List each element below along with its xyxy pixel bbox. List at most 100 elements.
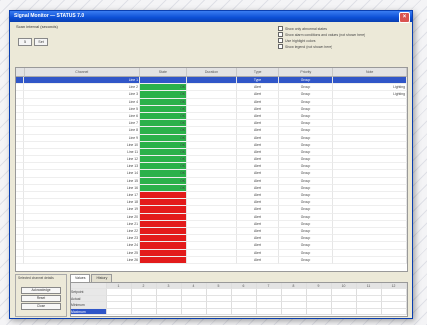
type-cell: Alert — [237, 91, 279, 99]
table-row[interactable]: Line 26 Alert Group — [16, 256, 407, 264]
table-row[interactable]: Line 17 Alert Group — [16, 192, 407, 200]
state-cell: OK — [140, 98, 187, 106]
table-row[interactable]: Line 5 OK Alert Group — [16, 105, 407, 113]
type-cell: Alert — [237, 163, 279, 171]
column-header[interactable]: Priority — [279, 68, 334, 77]
table-row[interactable]: Line 19 Alert Group — [16, 206, 407, 214]
column-header[interactable] — [16, 68, 25, 77]
table-row[interactable]: Line 25 Alert Group — [16, 249, 407, 257]
close-button[interactable]: Close — [21, 303, 61, 310]
tab-values[interactable]: Values — [70, 274, 91, 282]
column-header[interactable]: Type — [237, 68, 280, 77]
priority-cell: Group — [279, 105, 333, 113]
channel-cell: Line 18 — [24, 199, 140, 207]
table-row[interactable]: Line 10 OK Alert Group — [16, 141, 407, 149]
reset-button[interactable]: Reset — [21, 295, 61, 302]
type-cell: Alert — [237, 177, 279, 185]
table-row[interactable]: Line 4 OK Alert Group — [16, 98, 407, 106]
acknowledge-button[interactable]: Acknowledge — [21, 287, 61, 294]
option-abnormal[interactable]: Show only abnormal states — [278, 26, 408, 31]
type-cell: Alert — [237, 192, 279, 200]
table-row[interactable]: Line 11 OK Alert Group — [16, 148, 407, 157]
set-button[interactable]: Set — [34, 38, 48, 46]
value-cell[interactable] — [257, 308, 282, 315]
column-header[interactable]: Note — [333, 68, 407, 77]
note-cell — [333, 127, 407, 135]
table-row[interactable]: Line 21 Alert Group — [16, 220, 407, 228]
checkbox[interactable] — [278, 38, 283, 43]
table-row[interactable]: Line 12 OK Alert Group — [16, 156, 407, 164]
row-indicator — [16, 235, 24, 243]
priority-cell: Group — [279, 192, 333, 200]
value-cell[interactable] — [357, 308, 382, 315]
type-cell: Type — [237, 77, 279, 85]
option-highlight[interactable]: Use highlight colors — [278, 38, 408, 43]
value-cell[interactable] — [182, 308, 207, 315]
value-cell[interactable] — [232, 308, 257, 315]
value-cell[interactable] — [282, 308, 307, 315]
type-cell: Alert — [237, 227, 279, 236]
table-row[interactable]: Line 2 OK Alert Group Lighting — [16, 84, 407, 92]
note-cell — [333, 134, 407, 142]
tab-history[interactable]: History — [91, 274, 113, 282]
type-cell: Alert — [237, 112, 279, 121]
column-header[interactable]: Channel — [24, 68, 140, 77]
table-row[interactable]: Line 14 OK Alert Group — [16, 170, 407, 178]
value-cell[interactable] — [332, 308, 357, 315]
priority-cell: Group — [279, 184, 333, 192]
channel-cell: Line 14 — [24, 170, 140, 178]
option-legend[interactable]: Show legend (not shown here) — [278, 44, 408, 49]
priority-cell: Group — [279, 156, 333, 164]
state-cell: OK — [140, 170, 187, 178]
table-row[interactable]: Line 7 OK Alert Group — [16, 120, 407, 128]
table-row[interactable]: Line 6 OK Alert Group — [16, 112, 407, 121]
value-cell[interactable] — [132, 308, 157, 315]
table-row[interactable]: Line 24 Alert Group — [16, 242, 407, 250]
value-cell[interactable] — [382, 308, 407, 315]
table-row[interactable]: Line 3 OK Alert Group Lighting — [16, 91, 407, 99]
table-row[interactable]: Line 23 Alert Group — [16, 235, 407, 243]
table-row[interactable]: Line 9 OK Alert Group — [16, 134, 407, 142]
duration-cell — [187, 112, 237, 121]
table-row[interactable]: Line 15 OK Alert Group — [16, 177, 407, 185]
note-cell — [333, 220, 407, 228]
checkbox[interactable] — [278, 32, 283, 37]
checkbox[interactable] — [278, 26, 283, 31]
row-label: Maximum — [71, 308, 107, 315]
option-alarm-values[interactable]: Show alarm conditions and values (not sh… — [278, 32, 408, 37]
duration-cell — [187, 148, 237, 157]
checkbox[interactable] — [278, 44, 283, 49]
table-row[interactable]: Line 18 Alert Group — [16, 199, 407, 207]
channel-cell: Line 1 — [24, 77, 140, 85]
column-header[interactable]: Duration — [186, 68, 238, 77]
note-cell — [333, 256, 407, 264]
priority-cell: Group — [279, 177, 333, 185]
channel-cell: Line 23 — [24, 235, 140, 243]
table-row[interactable]: Line 8 OK Alert Group — [16, 127, 407, 135]
priority-cell: Group — [279, 148, 333, 157]
table-row[interactable]: Line 13 OK Alert Group — [16, 163, 407, 171]
type-cell: Alert — [237, 242, 279, 250]
channel-cell: Line 19 — [24, 206, 140, 214]
table-row[interactable]: Line 22 Alert Group — [16, 227, 407, 236]
scan-settings: Scan interval (seconds) 5 Set — [16, 24, 136, 58]
priority-cell: Group — [279, 242, 333, 250]
value-cell[interactable] — [307, 308, 332, 315]
type-cell: Alert — [237, 134, 279, 142]
values-table: 1 2 3 4 5 6 7 8 9 10 11 12 Setpoint Actual Minimum Maxi… — [70, 282, 408, 317]
note-cell — [333, 105, 407, 113]
value-cell[interactable] — [157, 308, 182, 315]
channel-cell: Line 9 — [24, 134, 140, 142]
details-tabs: Values History — [70, 274, 113, 282]
priority-cell: Group — [279, 256, 333, 264]
table-row[interactable]: Line 1 Type Group — [16, 77, 407, 85]
table-row[interactable]: Line 20 Alert Group — [16, 213, 407, 221]
channel-cell: Line 11 — [24, 148, 140, 157]
value-cell[interactable] — [107, 308, 132, 315]
interval-value-button[interactable]: 5 — [18, 38, 32, 46]
value-cell[interactable] — [207, 308, 232, 315]
column-header[interactable]: State — [139, 68, 187, 77]
close-icon[interactable]: × — [399, 12, 410, 23]
type-cell: Alert — [237, 127, 279, 135]
table-row[interactable]: Line 16 OK Alert Group — [16, 184, 407, 192]
